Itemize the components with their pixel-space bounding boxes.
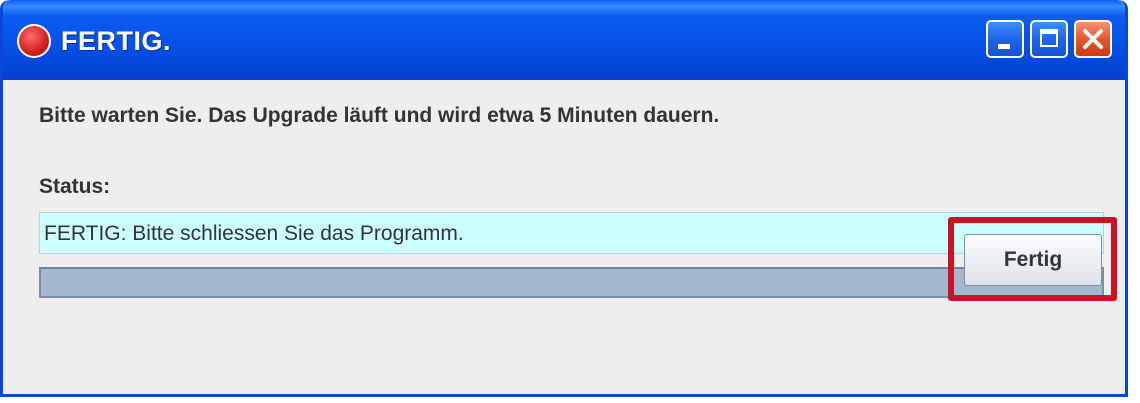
fertig-button[interactable]: Fertig <box>964 234 1102 286</box>
minimize-button[interactable] <box>986 20 1024 58</box>
close-button[interactable] <box>1074 20 1112 58</box>
status-label: Status: <box>39 175 111 198</box>
title-bar[interactable]: FERTIG. <box>3 0 1125 80</box>
status-field: FERTIG: Bitte schliessen Sie das Program… <box>39 212 1104 254</box>
progress-bar-fill <box>41 269 1102 296</box>
close-icon <box>1083 29 1103 49</box>
maximize-button[interactable] <box>1030 20 1068 58</box>
maximize-icon <box>1040 29 1058 47</box>
progress-bar <box>39 267 1104 298</box>
info-message: Bitte warten Sie. Das Upgrade läuft und … <box>39 104 720 127</box>
app-logo-icon <box>17 24 51 58</box>
dialog-window: FERTIG. Bitte warten Sie. Das Upgrade lä… <box>0 0 1128 397</box>
minimize-icon <box>998 44 1010 49</box>
window-title: FERTIG. <box>61 26 171 56</box>
